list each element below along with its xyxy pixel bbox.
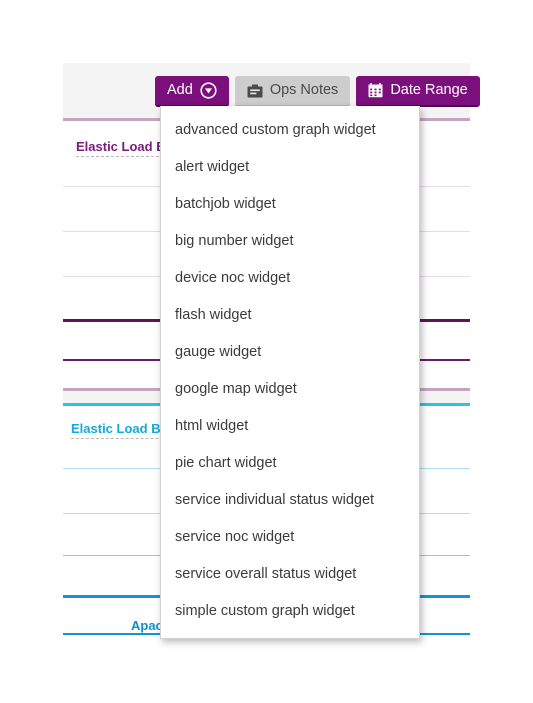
circle-chevron-down-icon: [200, 82, 217, 99]
menu-item-service-overall-status-widget[interactable]: service overall status widget: [161, 556, 419, 593]
menu-item-batchjob-widget[interactable]: batchjob widget: [161, 186, 419, 223]
menu-item-service-individual-status-widget[interactable]: service individual status widget: [161, 482, 419, 519]
menu-item-big-number-widget[interactable]: big number widget: [161, 223, 419, 260]
add-button[interactable]: Add: [155, 76, 229, 107]
add-widget-menu: advanced custom graph widget alert widge…: [160, 106, 420, 639]
menu-item-flash-widget[interactable]: flash widget: [161, 297, 419, 334]
menu-item-alert-widget[interactable]: alert widget: [161, 149, 419, 186]
menu-item-service-noc-widget[interactable]: service noc widget: [161, 519, 419, 556]
menu-item-device-noc-widget[interactable]: device noc widget: [161, 260, 419, 297]
date-range-button-label: Date Range: [390, 82, 468, 99]
menu-item-pie-chart-widget[interactable]: pie chart widget: [161, 445, 419, 482]
menu-item-google-map-widget[interactable]: google map widget: [161, 371, 419, 408]
menu-item-html-widget[interactable]: html widget: [161, 408, 419, 445]
menu-item-gauge-widget[interactable]: gauge widget: [161, 334, 419, 371]
menu-item-simple-custom-graph-widget[interactable]: simple custom graph widget: [161, 593, 419, 630]
dashboard-toolbar: Add Ops Notes Date Range: [155, 76, 480, 107]
ops-notes-button[interactable]: Ops Notes: [234, 76, 351, 107]
ops-notes-button-label: Ops Notes: [269, 82, 339, 99]
date-range-button[interactable]: Date Range: [356, 76, 480, 107]
menu-item-advanced-custom-graph-widget[interactable]: advanced custom graph widget: [161, 112, 419, 149]
notes-icon: [247, 84, 263, 98]
add-button-label: Add: [167, 82, 193, 99]
calendar-icon: [368, 83, 383, 98]
